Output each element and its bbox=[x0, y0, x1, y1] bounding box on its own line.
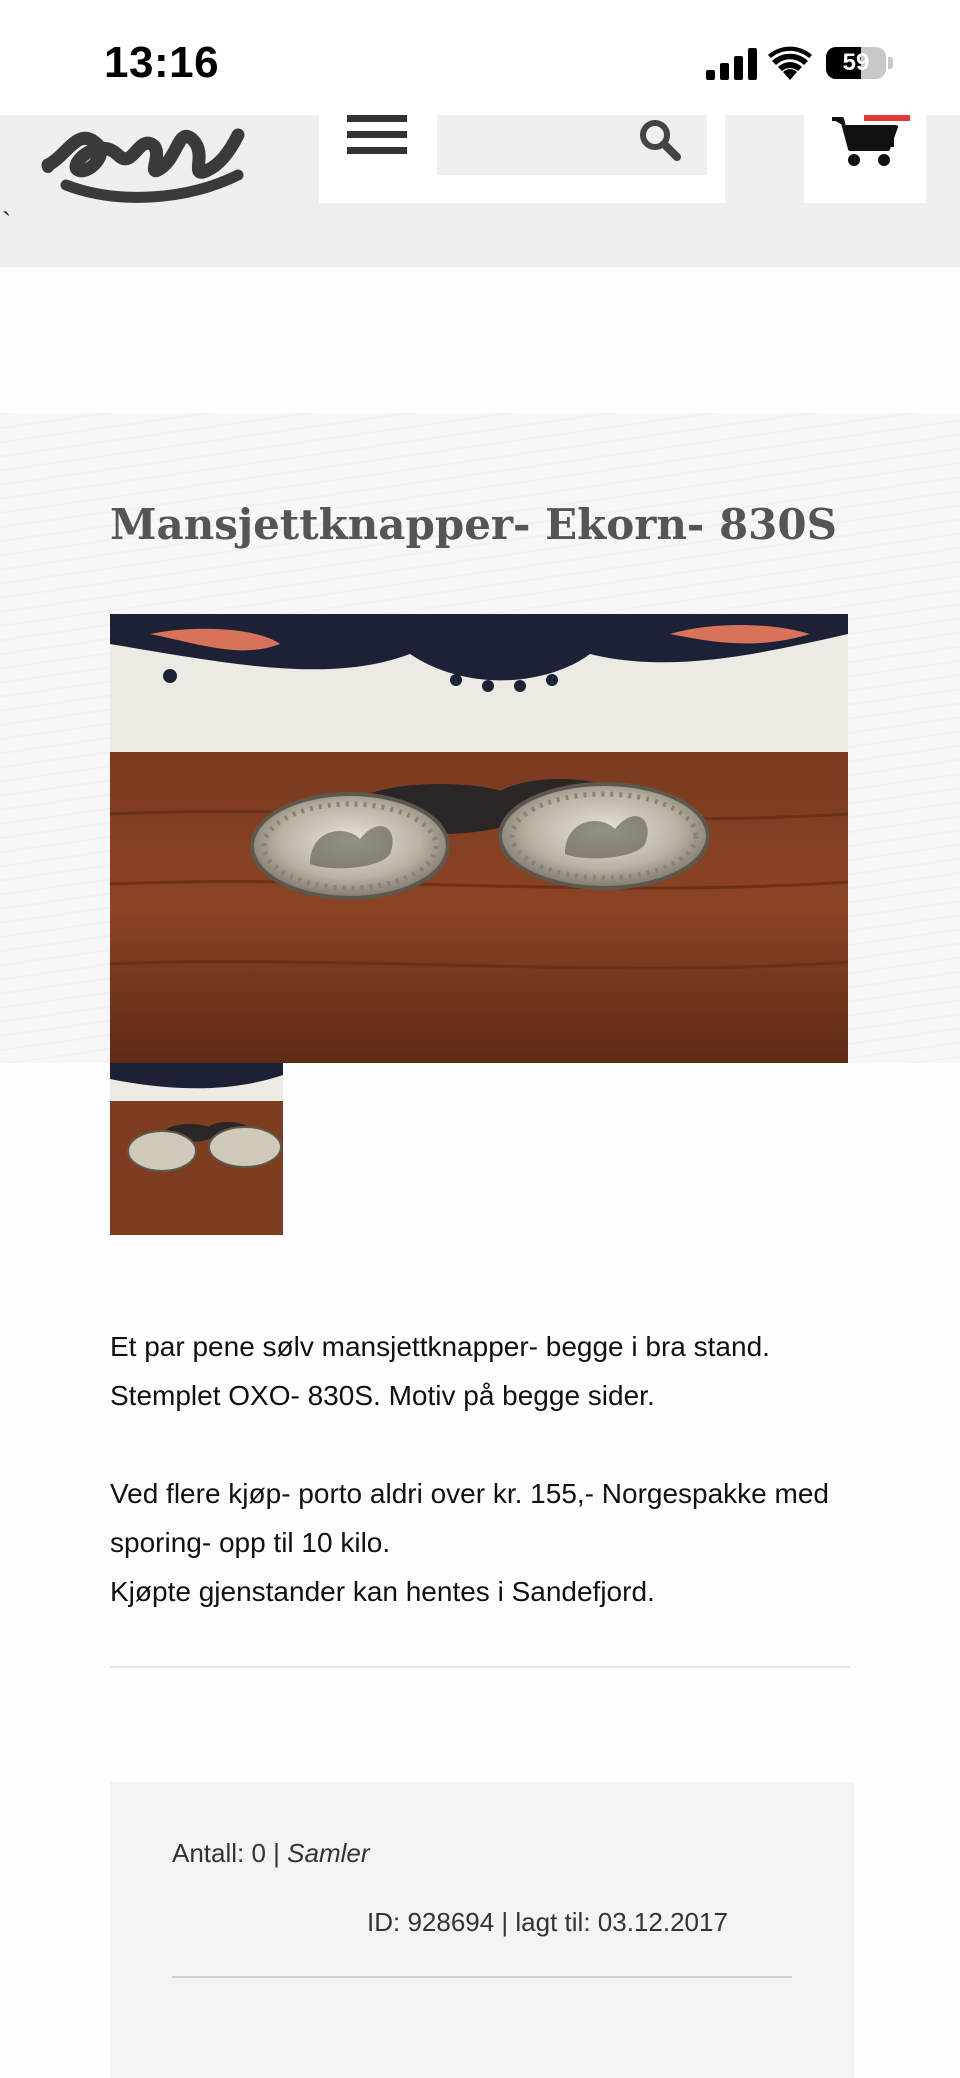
battery-cap bbox=[888, 57, 893, 69]
product-thumbnail[interactable] bbox=[110, 1063, 283, 1235]
quantity-category-line: Antall: 0 | Samler bbox=[172, 1838, 370, 1869]
product-info-box: Antall: 0 | Samler ID: 928694 | lagt til… bbox=[110, 1782, 854, 2078]
description-line: Ved flere kjøp- porto aldri over kr. 155… bbox=[110, 1478, 830, 1558]
nav-box bbox=[319, 115, 725, 203]
status-time: 13:16 bbox=[104, 38, 220, 87]
description-line: Kjøpte gjenstander kan hentes i Sandefjo… bbox=[110, 1576, 655, 1607]
product-main-image[interactable] bbox=[110, 614, 848, 1063]
quantity-label: Antall: 0 | bbox=[172, 1838, 280, 1868]
status-bar: 13:16 59 bbox=[0, 0, 960, 115]
wifi-icon bbox=[768, 46, 812, 80]
category-link[interactable]: Samler bbox=[287, 1838, 369, 1868]
battery-level: 59 bbox=[842, 49, 870, 76]
search-icon[interactable] bbox=[635, 115, 685, 165]
battery-icon: 59 bbox=[826, 47, 894, 81]
cart-badge bbox=[864, 115, 910, 121]
id-date-line: ID: 928694 | lagt til: 03.12.2017 bbox=[367, 1907, 728, 1937]
stray-mark: ` bbox=[2, 207, 12, 238]
divider bbox=[110, 1666, 850, 1668]
description-line: Et par pene sølv mansjettknapper- begge … bbox=[110, 1331, 770, 1362]
product-description: Et par pene sølv mansjettknapper- begge … bbox=[110, 1322, 850, 1616]
hamburger-menu-icon[interactable] bbox=[347, 115, 407, 159]
site-header: ` bbox=[0, 115, 960, 267]
divider bbox=[172, 1976, 792, 1978]
description-gap bbox=[110, 1420, 850, 1469]
cart-button[interactable] bbox=[804, 115, 926, 203]
shopping-cart-icon bbox=[832, 117, 898, 166]
cellular-signal-icon bbox=[706, 48, 757, 80]
description-line: Stemplet OXO- 830S. Motiv på begge sider… bbox=[110, 1380, 655, 1411]
product-title: Mansjettknapper- Ekorn- 830S bbox=[110, 500, 837, 549]
epla-logo-icon[interactable] bbox=[38, 115, 248, 205]
